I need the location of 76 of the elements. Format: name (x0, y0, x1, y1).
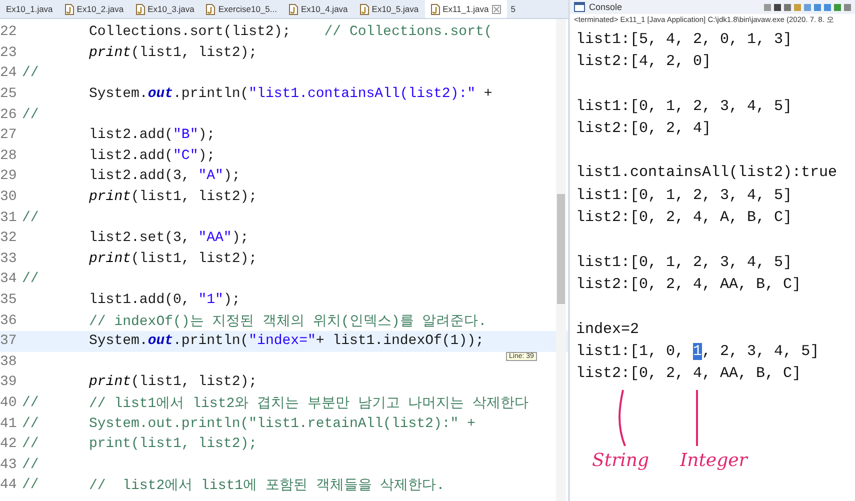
line-number: 26 (0, 106, 18, 123)
line-number: 39 (0, 374, 18, 390)
code-line: print(list1, list2); (89, 436, 258, 452)
line-number: 32 (0, 230, 18, 246)
output-line: list1.containsAll(list2):true (576, 164, 838, 182)
output-line: list1:[1, 0, 1, 2, 3, 4, 5] (576, 342, 820, 360)
code-line: print(list1, list2); (89, 374, 258, 390)
line-number: 36 (0, 312, 18, 329)
line-number: 43 (0, 456, 18, 473)
code-line: System.out.println("list1.retainAll(list2):" + (89, 416, 476, 432)
output-line: list1:[5, 4, 2, 0, 1, 3] (576, 30, 792, 48)
file-tab[interactable]: Ex10_5.java (354, 0, 425, 18)
code-line: print(list1, list2); (89, 250, 258, 267)
handwritten-note: String (592, 450, 650, 471)
line-number: 41 (0, 416, 18, 432)
comment-marker: // (22, 65, 39, 82)
output-line: list1:[0, 1, 2, 3, 4, 5] (576, 254, 792, 271)
code-line: list2.set(3, "AA"); (89, 230, 249, 246)
code-line: System.out.println("index="+ list1.indexOf(1)); (89, 333, 484, 350)
output-line: list2:[0, 2, 4, A, B, C] (576, 209, 792, 226)
comment-marker: // (22, 394, 39, 411)
code-line: list2.add("C"); (89, 148, 216, 164)
code-line: Collections.sort(list2); // Collections.sort( (89, 24, 492, 40)
file-tab[interactable]: Ex10_3.java (130, 0, 200, 18)
line-number: 27 (0, 127, 18, 144)
line-number: 37 (0, 333, 18, 350)
line-number: 30 (0, 189, 18, 206)
line-number: 22 (0, 24, 18, 40)
line-number: 35 (0, 292, 18, 308)
close-icon[interactable] (492, 4, 501, 14)
output-line: list2:[0, 2, 4, AA, B, C] (576, 365, 802, 382)
console-tab[interactable]: Console (574, 2, 622, 12)
code-line: System.out.println("list1.containsAll(list2):" + (89, 86, 492, 102)
code-line: list1.add(0, "1"); (89, 292, 240, 308)
more-tabs-button[interactable]: 5 (506, 4, 520, 14)
code-line: // list1에서 list2와 겹치는 부분만 남기고 나머지는 삭제한다 (89, 394, 529, 412)
output-line: index=2 (576, 320, 640, 338)
output-line: list2:[0, 2, 4, AA, B, C] (576, 276, 802, 293)
file-tab[interactable]: Ex10_1.java (0, 0, 59, 18)
comment-marker: // (22, 271, 39, 288)
comment-marker: // (22, 456, 39, 473)
comment-marker: // (22, 436, 39, 452)
line-number: 38 (0, 354, 18, 370)
file-tab[interactable]: Ex10_4.java (282, 0, 354, 18)
line-number: 33 (0, 250, 18, 267)
console-icon (574, 2, 585, 12)
code-line: print(list1, list2); (89, 44, 258, 61)
line-number: 42 (0, 436, 18, 452)
file-tab[interactable]: Exercise10_5... (200, 0, 283, 18)
output-line: list2:[4, 2, 0] (576, 52, 712, 70)
code-line: list2.add(3, "A"); (89, 168, 240, 184)
comment-marker: // (22, 210, 39, 226)
output-line: list1:[0, 1, 2, 3, 4, 5] (576, 98, 792, 115)
file-tab[interactable]: Ex10_2.java (58, 0, 130, 18)
line-number: 28 (0, 148, 18, 164)
file-tab[interactable]: Ex11_1.java (424, 0, 507, 18)
code-line: // list2에서 list1에 포함된 객체들을 삭제한다. (89, 477, 445, 494)
line-number: 25 (0, 86, 18, 102)
line-number: 44 (0, 477, 18, 494)
line-number: 29 (0, 168, 18, 184)
code-line: list2.add("B"); (89, 127, 216, 144)
line-number: 23 (0, 44, 18, 61)
line-number: 34 (0, 271, 18, 288)
scrollbar-thumb[interactable] (557, 194, 565, 304)
handwritten-note: Integer (680, 450, 748, 471)
code-line: // indexOf()는 지정된 객체의 위치(인덱스)를 알려준다. (89, 312, 487, 330)
line-number: 24 (0, 65, 18, 82)
output-line: list2:[0, 2, 4] (576, 120, 712, 137)
code-line: print(list1, list2); (89, 189, 258, 206)
comment-marker: // (22, 416, 39, 432)
line-number: 40 (0, 394, 18, 411)
comment-marker: // (22, 106, 39, 123)
comment-marker: // (22, 477, 39, 494)
scrollbar[interactable] (556, 19, 566, 501)
output-line: list1:[0, 1, 2, 3, 4, 5] (576, 186, 792, 204)
line-number: 31 (0, 210, 18, 226)
